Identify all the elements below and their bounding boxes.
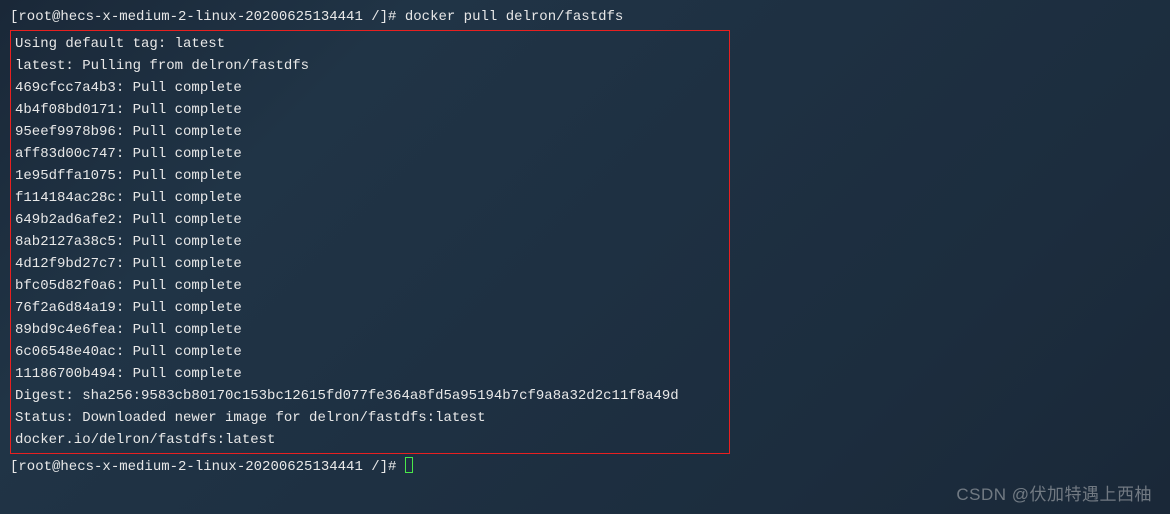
prompt-prefix: [root@hecs-x-medium-2-linux-202006251344… — [10, 9, 405, 25]
output-line: Digest: sha256:9583cb80170c153bc12615fd0… — [15, 385, 725, 407]
output-line: 4d12f9bd27c7: Pull complete — [15, 253, 725, 275]
output-line: 4b4f08bd0171: Pull complete — [15, 99, 725, 121]
output-line: latest: Pulling from delron/fastdfs — [15, 55, 725, 77]
prompt-line-1: [root@hecs-x-medium-2-linux-202006251344… — [10, 6, 1160, 28]
prompt-line-2: [root@hecs-x-medium-2-linux-202006251344… — [10, 456, 1160, 478]
output-line: docker.io/delron/fastdfs:latest — [15, 429, 725, 451]
watermark-text: CSDN @伏加特遇上西柚 — [956, 484, 1152, 506]
output-line: Status: Downloaded newer image for delro… — [15, 407, 725, 429]
output-line: 8ab2127a38c5: Pull complete — [15, 231, 725, 253]
output-line: 76f2a6d84a19: Pull complete — [15, 297, 725, 319]
prompt-prefix: [root@hecs-x-medium-2-linux-202006251344… — [10, 459, 405, 475]
output-line: 469cfcc7a4b3: Pull complete — [15, 77, 725, 99]
output-line: 1e95dffa1075: Pull complete — [15, 165, 725, 187]
cursor-icon — [405, 457, 413, 473]
output-line: 95eef9978b96: Pull complete — [15, 121, 725, 143]
output-line: 89bd9c4e6fea: Pull complete — [15, 319, 725, 341]
output-line: 6c06548e40ac: Pull complete — [15, 341, 725, 363]
output-line: 11186700b494: Pull complete — [15, 363, 725, 385]
output-highlighted-box: Using default tag: latest latest: Pullin… — [10, 30, 730, 454]
terminal-window[interactable]: [root@hecs-x-medium-2-linux-202006251344… — [10, 6, 1160, 478]
output-line: aff83d00c747: Pull complete — [15, 143, 725, 165]
output-line: 649b2ad6afe2: Pull complete — [15, 209, 725, 231]
command-text: docker pull delron/fastdfs — [405, 9, 623, 25]
output-line: f114184ac28c: Pull complete — [15, 187, 725, 209]
output-line: Using default tag: latest — [15, 33, 725, 55]
output-line: bfc05d82f0a6: Pull complete — [15, 275, 725, 297]
